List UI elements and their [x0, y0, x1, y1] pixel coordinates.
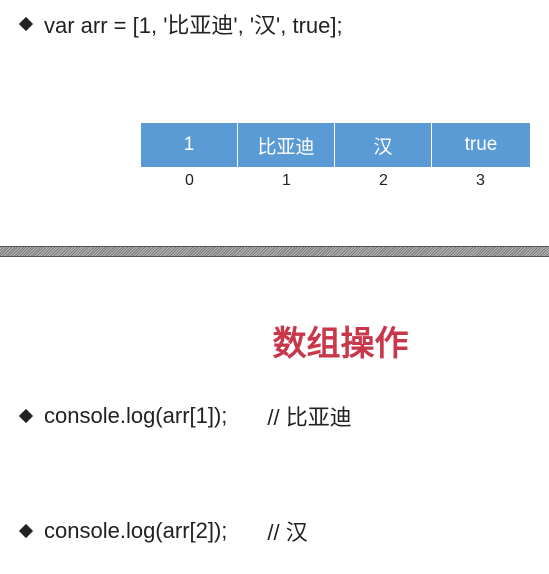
example-comment: // 汉: [267, 520, 308, 545]
array-declaration-code: var arr = [1, '比亚迪', '汉', true];: [44, 13, 343, 38]
example-line: console.log(arr[1]); // 比亚迪: [0, 400, 352, 432]
array-indexes: 0 1 2 3: [141, 172, 529, 190]
example-code: console.log(arr[2]);: [44, 518, 228, 543]
example-code: console.log(arr[1]);: [44, 403, 228, 428]
array-index: 2: [379, 172, 388, 189]
array-declaration-line: var arr = [1, '比亚迪', '汉', true];: [0, 8, 343, 40]
array-cell: 汉: [335, 123, 432, 167]
example-line: console.log(arr[2]); // 汉: [0, 515, 308, 547]
array-cell: 1: [141, 123, 238, 167]
array-cell: 比亚迪: [238, 123, 335, 167]
array-index: 1: [282, 172, 291, 189]
bullet-diamond-icon: [18, 408, 34, 424]
array-cell: true: [432, 123, 530, 167]
array-diagram: 1 比亚迪 汉 true: [141, 123, 530, 167]
section-title: 数组操作: [272, 324, 409, 364]
section-divider: [0, 246, 549, 257]
array-index: 0: [185, 172, 194, 189]
example-comment: // 比亚迪: [267, 405, 352, 430]
bullet-diamond-icon: [18, 16, 34, 32]
array-index: 3: [476, 172, 485, 189]
bullet-diamond-icon: [18, 523, 34, 539]
